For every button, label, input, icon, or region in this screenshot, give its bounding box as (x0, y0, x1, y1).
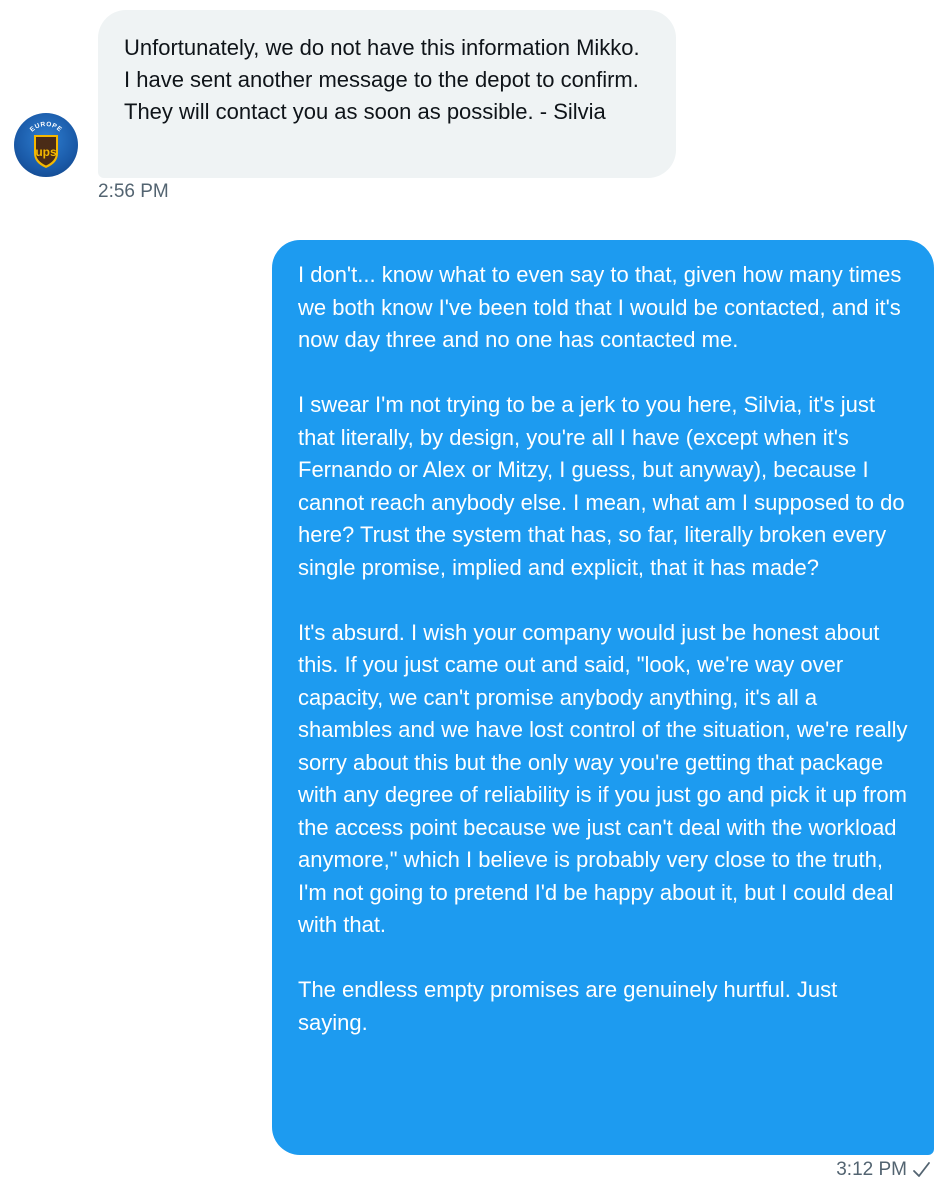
dm-conversation: EUROPE ups Unfortunately, we do not have… (0, 0, 945, 1200)
outgoing-message[interactable]: I don't... know what to even say to that… (272, 240, 934, 1155)
outgoing-paragraph: The endless empty promises are genuinely… (298, 977, 838, 1035)
incoming-timestamp: 2:56 PM (98, 181, 169, 202)
logo-top-text: EUROPE (29, 121, 63, 134)
outgoing-paragraph: I don't... know what to even say to that… (298, 262, 902, 352)
svg-text:EUROPE: EUROPE (29, 121, 63, 134)
outgoing-paragraph: I swear I'm not trying to be a jerk to y… (298, 392, 905, 580)
ups-europe-logo-icon: EUROPE ups (29, 121, 63, 168)
outgoing-timestamp-row: 3:12 PM (836, 1159, 931, 1181)
logo-text: ups (35, 145, 57, 159)
incoming-message[interactable]: Unfortunately, we do not have this infor… (98, 10, 676, 178)
outgoing-paragraph: It's absurd. I wish your company would j… (298, 619, 908, 938)
incoming-message-text: Unfortunately, we do not have this infor… (124, 35, 640, 124)
outgoing-timestamp: 3:12 PM (836, 1159, 907, 1180)
ups-avatar[interactable]: EUROPE ups (14, 113, 78, 177)
check-icon (911, 1160, 931, 1180)
